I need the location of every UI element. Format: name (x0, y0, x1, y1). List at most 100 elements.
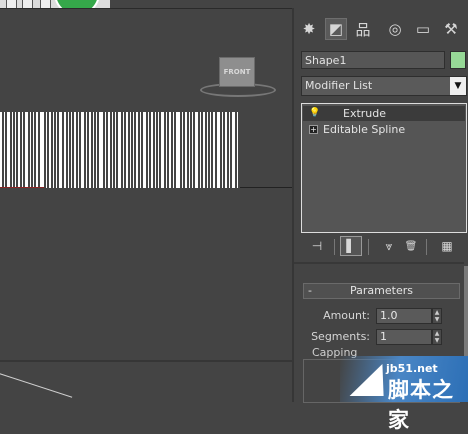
stack-item-label: Extrude (343, 107, 387, 120)
barcode-bar (166, 112, 167, 188)
barcode-bar (222, 112, 223, 188)
command-panel: ✸ ◩ 品 ◎ ▭ ⚒ Shape1 Modifier List ▼ 💡 Ext… (294, 8, 468, 403)
barcode-bar (133, 112, 134, 188)
barcode-bar (40, 112, 44, 188)
pin-stack-icon[interactable]: ⊣ (306, 236, 328, 256)
barcode-bar (229, 112, 230, 188)
barcode-bar (12, 112, 13, 188)
barcode-bar (115, 112, 116, 188)
barcode-bar (68, 112, 69, 188)
barcode-bar (200, 112, 201, 188)
watermark-logo (349, 364, 391, 396)
panel-separator (294, 262, 464, 264)
utilities-tab-icon[interactable]: ⚒ (440, 18, 462, 40)
barcode-bar (89, 112, 91, 188)
barcode-bar (143, 112, 146, 188)
expand-plus-icon[interactable]: + (309, 125, 318, 134)
barcode-bar (161, 112, 164, 188)
barcode-bar (112, 112, 113, 188)
bottom-viewport[interactable] (0, 360, 292, 404)
barcode-bar (140, 112, 141, 188)
x-axis-line (0, 187, 44, 188)
barcode-bar (105, 112, 106, 188)
segments-label: Segments: (311, 330, 370, 343)
barcode-bar (225, 112, 227, 188)
barcode-bar (155, 112, 156, 188)
barcode-bar (53, 112, 54, 188)
barcode-bar (158, 112, 159, 188)
stack-item-extrude[interactable]: 💡 Extrude (303, 106, 465, 121)
barcode-bar (36, 112, 38, 188)
barcode-bar (46, 112, 47, 188)
barcode-bar (217, 112, 220, 188)
barcode-bar (15, 112, 16, 188)
barcode-bar (195, 112, 198, 188)
command-panel-tabs: ✸ ◩ 品 ◎ ▭ ⚒ (294, 18, 468, 40)
barcode-bar (86, 112, 87, 188)
barcode-bar (203, 112, 205, 188)
object-name-field[interactable]: Shape1 (301, 51, 445, 69)
display-tab-icon[interactable]: ▭ (412, 18, 434, 40)
barcode-bar (74, 112, 76, 188)
make-unique-icon[interactable]: ⩔ (378, 236, 400, 256)
barcode-bar (78, 112, 79, 188)
amount-spinner-arrows[interactable]: ▲ ▼ (432, 308, 442, 324)
amount-spinner-field[interactable]: 1.0 (376, 308, 432, 324)
barcode-bar (4, 112, 5, 188)
ground-line (240, 187, 292, 188)
barcode-bar (30, 112, 31, 188)
motion-tab-icon[interactable]: ◎ (384, 18, 406, 40)
toolbar-separator (426, 239, 427, 255)
barcode-bar (71, 112, 72, 188)
barcode-bar (64, 112, 66, 188)
barcode-bar (207, 112, 208, 188)
modifier-stack[interactable]: 💡 Extrude + Editable Spline (301, 103, 467, 233)
create-tab-icon[interactable]: ✸ (298, 18, 320, 40)
amount-label: Amount: (323, 309, 370, 322)
chevron-down-icon[interactable]: ▼ (450, 77, 466, 95)
modifier-list-dropdown[interactable]: Modifier List ▼ (301, 76, 467, 96)
barcode-bar (130, 112, 131, 188)
stack-item-label: Editable Spline (323, 123, 406, 136)
modify-tab-icon[interactable]: ◩ (325, 18, 347, 40)
toolbar-separator (368, 239, 369, 255)
modifier-list-label: Modifier List (305, 79, 373, 92)
barcode-bar (93, 112, 94, 188)
viewcube[interactable]: FRONT (219, 57, 255, 87)
viewcube-face-label: FRONT (223, 68, 251, 76)
barcode-bar (136, 112, 138, 188)
configure-modifier-sets-icon[interactable]: ▦ (436, 236, 458, 256)
remove-modifier-icon[interactable]: 🗑 (400, 236, 422, 256)
barcode-bar (81, 112, 84, 188)
barcode-bar (0, 112, 2, 188)
watermark-brand: 脚本之家 (388, 377, 454, 432)
barcode-bar (33, 112, 34, 188)
barcode-bar (182, 112, 183, 188)
object-color-swatch[interactable] (450, 51, 466, 69)
segments-spinner-field[interactable]: 1 (376, 329, 432, 345)
parameters-rollout-header[interactable]: - Parameters (303, 283, 460, 299)
barcode-bar (176, 112, 180, 188)
hierarchy-tab-icon[interactable]: 品 (352, 18, 374, 40)
barcode-bar (99, 112, 103, 188)
barcode-bar (123, 112, 124, 188)
barcode-bar (169, 112, 171, 188)
barcode-bar (25, 112, 28, 188)
lightbulb-icon[interactable]: 💡 (309, 108, 320, 118)
segments-spinner-arrows[interactable]: ▲ ▼ (432, 329, 442, 345)
toolbar-separator (334, 239, 335, 255)
barcode-bar (59, 112, 62, 188)
barcode-bar (210, 112, 211, 188)
barcode-bar (96, 112, 97, 188)
barcode-bar (118, 112, 121, 188)
barcode-bar (7, 112, 10, 188)
barcode-bar (148, 112, 149, 188)
barcode-bar (213, 112, 215, 188)
barcode-bar (151, 112, 153, 188)
barcode-bar (56, 112, 57, 188)
barcode-bar (126, 112, 128, 188)
stack-item-editable-spline[interactable]: + Editable Spline (303, 122, 465, 137)
barcode-bar (232, 112, 235, 188)
extruded-barcode-object[interactable] (0, 112, 240, 188)
show-end-result-icon[interactable]: ▌ (340, 236, 362, 256)
